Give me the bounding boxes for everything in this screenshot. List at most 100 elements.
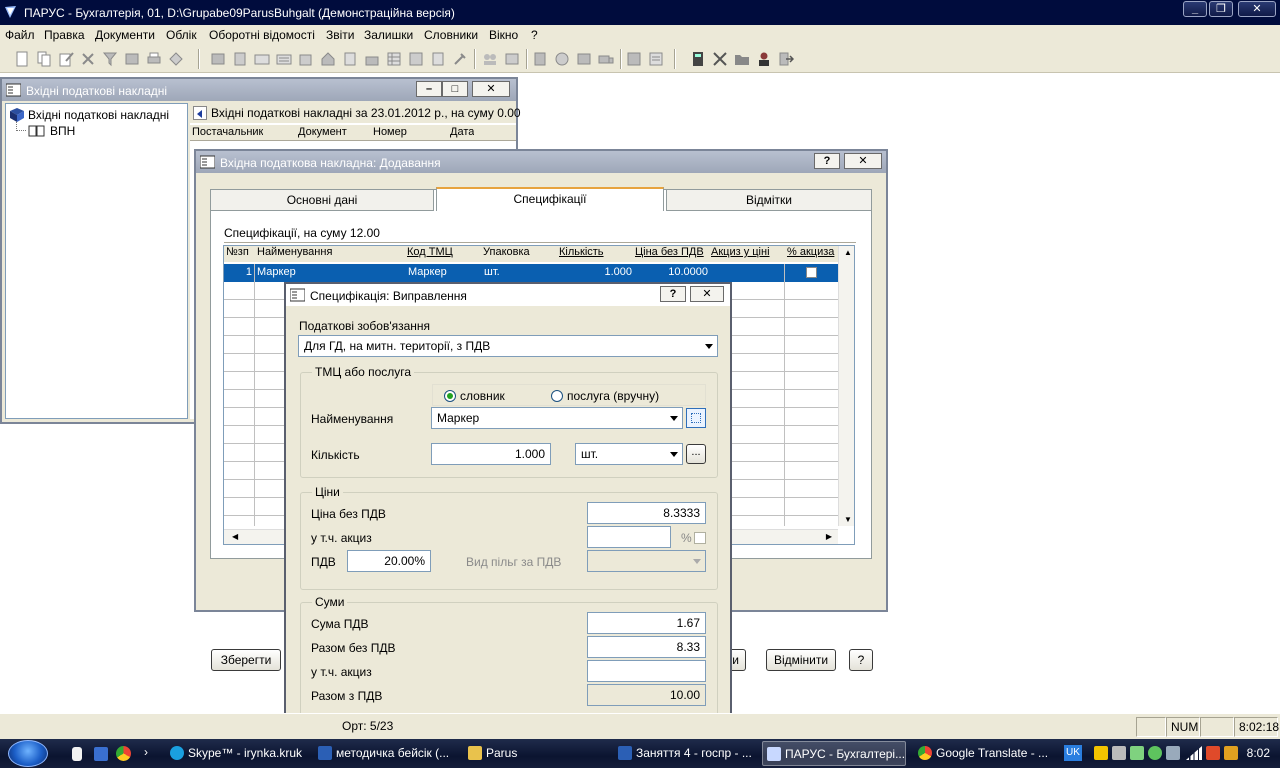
table-icon[interactable] [386, 51, 402, 67]
export-icon[interactable] [168, 51, 184, 67]
task-skype[interactable]: Skype™ - irynka.kruk [166, 741, 306, 766]
menu-turnover[interactable]: Оборотні відомості [209, 28, 315, 42]
filter-icon[interactable] [102, 51, 118, 67]
invoices-close-button[interactable]: ✕ [472, 81, 510, 97]
tray-status-icon[interactable] [1148, 746, 1162, 760]
tab-marks[interactable]: Відмітки [666, 189, 872, 211]
scroll-up-icon[interactable]: ▲ [844, 248, 852, 257]
menu-documents[interactable]: Документи [95, 28, 155, 42]
col-document[interactable]: Документ [298, 126, 347, 138]
copy-doc-icon[interactable] [36, 51, 52, 67]
vat-sum-input[interactable]: 1.67 [587, 612, 706, 634]
globe-icon[interactable] [554, 51, 570, 67]
menu-dictionaries[interactable]: Словники [424, 28, 478, 42]
start-button[interactable] [8, 740, 48, 767]
vat-benefit-select[interactable] [587, 550, 706, 572]
tray-device-icon[interactable] [1166, 746, 1180, 760]
vat-rate-input[interactable]: 20.00% [347, 550, 431, 572]
spec-close-button[interactable]: ✕ [690, 286, 724, 302]
calculator-icon[interactable] [690, 51, 706, 67]
arrow-doc-icon[interactable] [342, 51, 358, 67]
new-doc-icon[interactable] [14, 51, 30, 67]
col-number[interactable]: Номер [373, 126, 407, 138]
ledger-icon[interactable] [408, 51, 424, 67]
scroll-down-icon[interactable]: ▼ [844, 515, 852, 524]
excise-input[interactable] [587, 526, 671, 548]
edit-doc-icon[interactable] [58, 51, 74, 67]
tray-shield-icon[interactable] [1094, 746, 1108, 760]
user-icon[interactable] [756, 51, 772, 67]
quantity-input[interactable]: 1.000 [431, 443, 551, 465]
help-button[interactable]: ? [849, 649, 873, 671]
menu-reports[interactable]: Звіти [326, 28, 355, 42]
col-excise-pct[interactable]: % акциза [787, 246, 839, 262]
col-date[interactable]: Дата [450, 126, 474, 138]
restore-button[interactable]: ❐ [1209, 1, 1233, 17]
menu-file[interactable]: Файл [5, 28, 35, 42]
tools-icon[interactable] [712, 51, 728, 67]
excise-percent-checkbox[interactable] [694, 532, 706, 544]
tax-obligation-select[interactable]: Для ГД, на митн. території, з ПДВ [298, 335, 718, 357]
truck-icon[interactable] [598, 51, 614, 67]
col-name[interactable]: Найменування [257, 246, 332, 262]
quicklaunch-icon[interactable] [72, 747, 82, 761]
col-qty[interactable]: Кількість [559, 246, 604, 262]
close-button[interactable]: ✕ [1238, 1, 1276, 17]
task-translate[interactable]: Google Translate - ... [914, 741, 1054, 766]
invoice-add-help-button[interactable]: ? [814, 153, 840, 169]
cancel-button[interactable]: Відмінити [766, 649, 836, 671]
quicklaunch-icon[interactable] [94, 747, 108, 761]
menu-help[interactable]: ? [531, 28, 538, 42]
register-icon[interactable] [276, 51, 292, 67]
menu-accounting[interactable]: Облік [166, 28, 197, 42]
unit-ellipsis-button[interactable]: ... [686, 444, 706, 464]
tree-root-label[interactable]: Вхідні податкові накладні [28, 108, 169, 122]
excise-sum-input[interactable] [587, 660, 706, 682]
save-button[interactable]: Зберегти [211, 649, 281, 671]
col-supplier[interactable]: Постачальник [192, 126, 263, 138]
table-row[interactable]: 1 Маркер Маркер шт. 1.000 10.0000 [224, 264, 838, 282]
tab-specifications[interactable]: Специфікації [436, 187, 664, 211]
invoices-maximize-button[interactable]: □ [442, 81, 468, 97]
journal-icon[interactable] [232, 51, 248, 67]
radio-service[interactable] [551, 390, 563, 402]
warehouse-icon[interactable] [364, 51, 380, 67]
tray-volume-icon[interactable] [1224, 746, 1238, 760]
print-preview-icon[interactable] [124, 51, 140, 67]
scroll-left-icon[interactable]: ◀ [232, 532, 238, 541]
task-parus-folder[interactable]: Parus [464, 741, 604, 766]
stack-icon[interactable] [532, 51, 548, 67]
print-icon[interactable] [146, 51, 162, 67]
tool-icon[interactable] [452, 51, 468, 67]
invoice-add-close-button[interactable]: ✕ [844, 153, 882, 169]
row-excise-checkbox[interactable] [806, 267, 817, 278]
radio-dictionary[interactable] [444, 390, 456, 402]
house-icon[interactable] [320, 51, 336, 67]
report-icon[interactable] [626, 51, 642, 67]
dictionary-lookup-button[interactable] [686, 408, 706, 428]
tray-app-icon[interactable] [1130, 746, 1144, 760]
quicklaunch-more-icon[interactable]: › [144, 745, 148, 759]
tray-alert-icon[interactable] [1206, 746, 1220, 760]
col-excise[interactable]: Акциз у ціні [711, 246, 770, 262]
col-num[interactable]: №зп [226, 246, 249, 262]
tab-main-data[interactable]: Основні дані [210, 189, 434, 211]
total-novat-input[interactable]: 8.33 [587, 636, 706, 658]
tray-network-icon[interactable] [1112, 746, 1126, 760]
col-code[interactable]: Код ТМЦ [407, 246, 453, 262]
col-pack[interactable]: Упаковка [483, 246, 530, 262]
transfer-icon[interactable] [504, 51, 520, 67]
price-novat-input[interactable]: 8.3333 [587, 502, 706, 524]
col-price[interactable]: Ціна без ПДВ [635, 246, 704, 262]
name-select[interactable]: Маркер [431, 407, 683, 429]
signal-icon[interactable] [1186, 746, 1202, 760]
delete-icon[interactable] [80, 51, 96, 67]
people-icon[interactable] [482, 51, 498, 67]
calc-doc-icon[interactable] [430, 51, 446, 67]
task-word[interactable]: методичка бейсік (... [314, 741, 460, 766]
menu-window[interactable]: Вікно [489, 28, 518, 42]
task-parus-app[interactable]: ПАРУС - Бухгалтері... [762, 741, 906, 766]
taskbar-clock[interactable]: 8:02 [1247, 746, 1270, 760]
invoices-minimize-button[interactable]: – [416, 81, 442, 97]
gear-doc-icon[interactable] [576, 51, 592, 67]
